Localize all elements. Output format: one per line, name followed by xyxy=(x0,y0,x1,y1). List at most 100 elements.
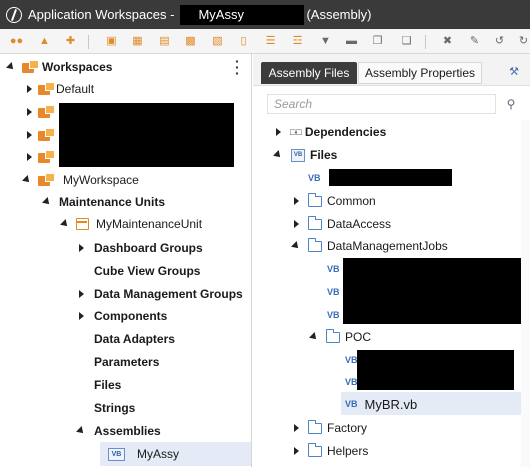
tree-item-workspace[interactable] xyxy=(24,101,55,123)
expand-right-icon[interactable] xyxy=(24,130,34,140)
expand-down-icon[interactable] xyxy=(42,197,52,207)
toolbar-separator xyxy=(88,35,89,49)
hierarchy-icon[interactable]: ▲ xyxy=(37,34,52,49)
tree-label: Files xyxy=(94,378,122,392)
bookmark-icon[interactable]: ▯ xyxy=(236,34,251,49)
expand-right-icon[interactable] xyxy=(76,311,86,321)
dependencies-icon: □-□ xyxy=(290,127,302,137)
tree-item-components[interactable]: Components xyxy=(76,305,167,327)
refresh-icon[interactable]: ↻ xyxy=(516,34,530,49)
tree-item-files[interactable]: Files xyxy=(76,374,121,396)
expand-right-icon[interactable] xyxy=(24,107,34,117)
tree-item-dataaccess[interactable]: DataAccess xyxy=(291,213,391,235)
search-input[interactable]: Search xyxy=(267,94,496,114)
tree-label: MyAssy xyxy=(137,447,179,461)
search-options-icon[interactable]: ⚲ xyxy=(503,96,519,112)
window-title-assembly: MyAssy xyxy=(180,4,305,25)
tree-item-dashboard-groups[interactable]: Dashboard Groups xyxy=(76,237,203,259)
expand-right-icon[interactable] xyxy=(291,196,301,206)
tree-item-mybr-vb[interactable]: VB MyBR.vb xyxy=(345,393,417,415)
title-bar: Application Workspaces - MyAssy (Assembl… xyxy=(0,0,530,29)
tree-item-myworkspace[interactable]: MyWorkspace xyxy=(22,169,139,191)
tree-item-poc[interactable]: POC xyxy=(309,326,371,348)
windows-icon-2[interactable]: ❏ xyxy=(399,34,414,49)
tree-item-helpers[interactable]: Helpers xyxy=(291,440,368,462)
delete-icon[interactable]: ✖ xyxy=(440,34,455,49)
assembly-file-tree: □-□ Dependencies VB Files VB Common Data… xyxy=(253,120,530,467)
tree-item-file[interactable]: VB xyxy=(345,371,358,393)
grid-icon[interactable]: ▩ xyxy=(183,34,198,49)
list-icon[interactable]: ☰ xyxy=(263,34,278,49)
tree-item-file[interactable]: VB xyxy=(327,304,340,326)
tree-item-dependencies[interactable]: □-□ Dependencies xyxy=(273,121,386,143)
tree-item-data-management-groups[interactable]: Data Management Groups xyxy=(76,283,243,305)
tree-label: Strings xyxy=(94,401,136,415)
tree-item-files[interactable]: VB Files xyxy=(273,144,337,166)
tree-item-myassy[interactable]: VB MyAssy xyxy=(108,443,179,465)
tree-item-file[interactable]: VB xyxy=(327,258,340,280)
tree-label: Dashboard Groups xyxy=(94,241,203,255)
tree-item-common[interactable]: Common xyxy=(291,190,376,212)
filter-icon[interactable]: ▼ xyxy=(318,34,333,49)
layers-icon[interactable]: ▬ xyxy=(344,34,359,49)
edit-icon[interactable]: ✎ xyxy=(467,34,482,49)
tree-item-maintenance-units[interactable]: Maintenance Units xyxy=(42,191,165,213)
tree-item-datamanagementjobs[interactable]: DataManagementJobs xyxy=(291,235,448,257)
expand-down-icon[interactable] xyxy=(60,219,70,229)
tree-item-file[interactable]: VB xyxy=(345,349,358,371)
tree-item-file[interactable]: VB xyxy=(327,281,340,303)
calendar-icon[interactable]: ▦ xyxy=(130,34,145,49)
expand-down-icon[interactable] xyxy=(273,150,283,160)
expand-down-icon[interactable] xyxy=(22,175,32,185)
tree-item-file[interactable]: VB xyxy=(308,167,321,189)
app-logo-icon xyxy=(6,6,22,23)
group-icon[interactable]: ●● xyxy=(9,34,24,49)
expand-right-icon[interactable] xyxy=(291,219,301,229)
tree-label: Files xyxy=(310,148,338,162)
expand-right-icon[interactable] xyxy=(273,127,283,137)
tree-item-assemblies[interactable]: Assemblies xyxy=(76,420,161,442)
expand-right-icon[interactable] xyxy=(24,84,34,94)
expand-down-icon[interactable] xyxy=(76,426,86,436)
tree-item-workspace[interactable] xyxy=(24,146,55,168)
expand-down-icon[interactable] xyxy=(6,62,16,72)
expand-right-icon[interactable] xyxy=(24,152,34,162)
expand-right-icon[interactable] xyxy=(291,446,301,456)
tab-assembly-properties[interactable]: Assembly Properties xyxy=(358,62,482,84)
maintenance-unit-icon xyxy=(76,218,89,230)
tree-label: Data Management Groups xyxy=(94,287,243,301)
workspace-icon xyxy=(38,82,55,96)
vb-file-icon: VB xyxy=(327,310,340,320)
list-icon-2[interactable]: ☲ xyxy=(290,34,305,49)
tree-item-factory[interactable]: Factory xyxy=(291,417,367,439)
tree-item-default[interactable]: Default xyxy=(24,78,94,100)
tree-item-cube-view-groups[interactable]: Cube View Groups xyxy=(76,260,200,282)
tree-label: Common xyxy=(327,194,376,208)
chart-icon[interactable]: ▤ xyxy=(157,34,172,49)
dashboard-icon[interactable]: ▣ xyxy=(104,34,119,49)
table-icon[interactable]: ▧ xyxy=(210,34,225,49)
tree-label: Helpers xyxy=(327,444,369,458)
add-child-icon[interactable]: ✚ xyxy=(63,34,78,49)
tree-item-strings[interactable]: Strings xyxy=(76,397,135,419)
expand-down-icon[interactable] xyxy=(309,332,319,342)
vertical-scrollbar[interactable] xyxy=(521,120,530,467)
undo-icon[interactable]: ↺ xyxy=(492,34,507,49)
expand-right-icon[interactable] xyxy=(291,423,301,433)
tree-item-mymaintenanceunit[interactable]: MyMaintenanceUnit xyxy=(60,213,202,235)
tree-item-parameters[interactable]: Parameters xyxy=(76,351,159,373)
windows-icon[interactable]: ❐ xyxy=(370,34,385,49)
expand-right-icon[interactable] xyxy=(76,243,86,253)
tree-item-workspaces[interactable]: Workspaces xyxy=(6,56,112,78)
tree-label: Maintenance Units xyxy=(59,195,166,209)
tab-strip: Assembly Files Assembly Properties ⚒ xyxy=(253,54,530,86)
more-options-icon[interactable]: · · · xyxy=(235,54,240,80)
expand-down-icon[interactable] xyxy=(291,241,301,251)
tab-assembly-files[interactable]: Assembly Files xyxy=(261,62,357,84)
tree-label: Dependencies xyxy=(304,125,387,139)
tree-item-workspace[interactable] xyxy=(24,124,55,146)
expand-right-icon[interactable] xyxy=(76,289,86,299)
build-icon[interactable]: ⚒ xyxy=(507,64,521,78)
tree-item-data-adapters[interactable]: Data Adapters xyxy=(76,328,175,350)
redacted-block xyxy=(59,103,234,167)
